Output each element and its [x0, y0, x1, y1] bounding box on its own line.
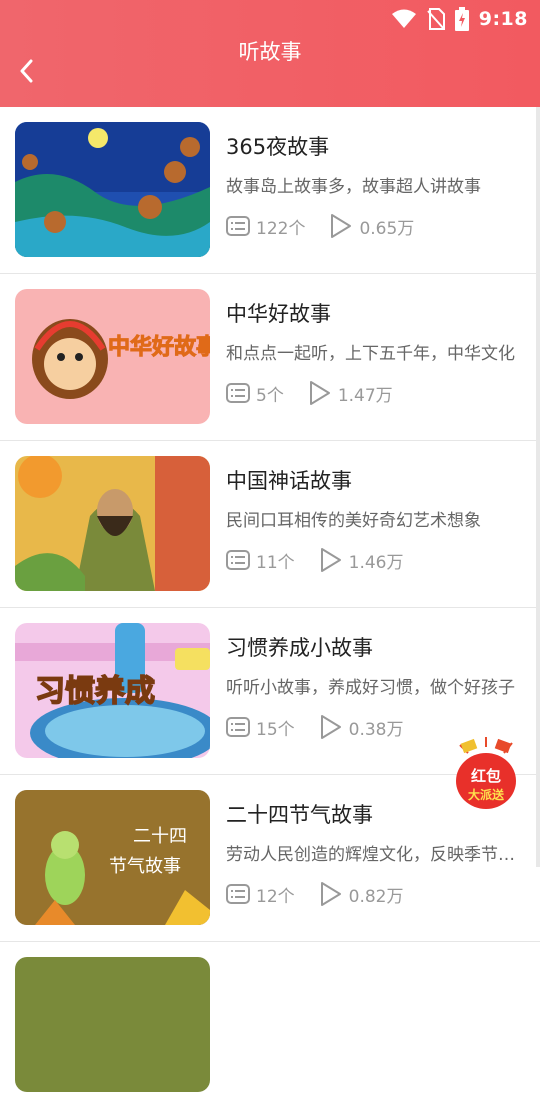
thumbnail-text-top: 二十四	[133, 826, 187, 847]
play-count: 0.65万	[359, 218, 415, 239]
story-thumbnail	[15, 122, 210, 257]
story-title: 365夜故事	[226, 135, 330, 159]
story-description: 故事岛上故事多，故事超人讲故事	[226, 177, 481, 197]
story-item[interactable]: 中国神话故事 民间口耳相传的美好奇幻艺术想象 11个 1.46万	[0, 441, 540, 608]
story-list: 365夜故事 故事岛上故事多，故事超人讲故事 122个 0.65万 中华好故事 …	[0, 107, 540, 1108]
play-count: 1.46万	[348, 552, 404, 573]
story-thumbnail: 二十四 节气故事	[15, 790, 210, 925]
red-packet-label-top: 红包	[471, 767, 501, 785]
episode-count: 5个	[256, 385, 284, 406]
list-icon	[226, 884, 250, 904]
thumbnail-text: 中华好故事	[108, 334, 210, 360]
story-meta: 12个 0.82万	[226, 881, 404, 907]
episode-count: 12个	[256, 886, 295, 907]
play-icon	[320, 548, 341, 572]
no-sim-icon	[426, 8, 445, 30]
back-button[interactable]	[12, 56, 42, 86]
red-packet-label-bottom: 大派送	[468, 787, 505, 802]
episode-count: 15个	[256, 719, 295, 740]
story-meta: 15个 0.38万	[226, 714, 404, 740]
status-bar: 9:18	[391, 6, 528, 32]
episode-count: 122个	[256, 218, 306, 239]
story-description: 劳动人民创造的辉煌文化，反映季节变化	[226, 845, 516, 865]
story-thumbnail	[15, 456, 210, 591]
play-count: 0.82万	[348, 886, 404, 907]
story-description: 和点点一起听，上下五千年，中华文化	[226, 344, 515, 364]
story-item[interactable]: 365夜故事 故事岛上故事多，故事超人讲故事 122个 0.65万	[0, 107, 540, 274]
story-title: 二十四节气故事	[226, 803, 373, 827]
story-description: 听听小故事，养成好习惯，做个好孩子	[226, 678, 515, 698]
wifi-icon	[391, 9, 416, 28]
story-description: 民间口耳相传的美好奇幻艺术想象	[226, 511, 481, 531]
story-title: 习惯养成小故事	[226, 636, 373, 660]
story-item-partial[interactable]	[0, 942, 540, 1108]
story-meta: 122个 0.65万	[226, 213, 414, 239]
thumbnail-text-bottom: 节气故事	[109, 856, 181, 877]
app-header: 9:18 听故事	[0, 0, 540, 107]
story-thumbnail: 习惯养成	[15, 623, 210, 758]
story-title: 中华好故事	[226, 302, 331, 326]
episode-count: 11个	[256, 552, 295, 573]
red-packet-button[interactable]: 红包 大派送	[450, 735, 522, 813]
play-count: 1.47万	[337, 385, 393, 406]
story-meta: 5个 1.47万	[226, 380, 393, 406]
play-icon	[320, 715, 341, 739]
story-thumbnail: 中华好故事	[15, 289, 210, 424]
battery-charging-icon	[454, 7, 469, 31]
thumbnail-text: 习惯养成	[35, 674, 155, 709]
list-icon	[226, 717, 250, 737]
story-item[interactable]: 中华好故事 中华好故事 和点点一起听，上下五千年，中华文化 5个 1.47万	[0, 274, 540, 441]
list-icon	[226, 216, 250, 236]
play-icon	[331, 214, 352, 238]
play-icon	[309, 381, 330, 405]
status-time: 9:18	[478, 8, 528, 30]
story-title: 中国神话故事	[226, 469, 352, 493]
list-icon	[226, 383, 250, 403]
play-icon	[320, 882, 341, 906]
story-meta: 11个 1.46万	[226, 547, 404, 573]
scrollbar[interactable]	[536, 107, 540, 867]
list-icon	[226, 550, 250, 570]
chevron-left-icon	[20, 59, 33, 83]
story-thumbnail	[15, 957, 210, 1092]
play-count: 0.38万	[348, 719, 404, 740]
page-title: 听故事	[238, 40, 302, 64]
